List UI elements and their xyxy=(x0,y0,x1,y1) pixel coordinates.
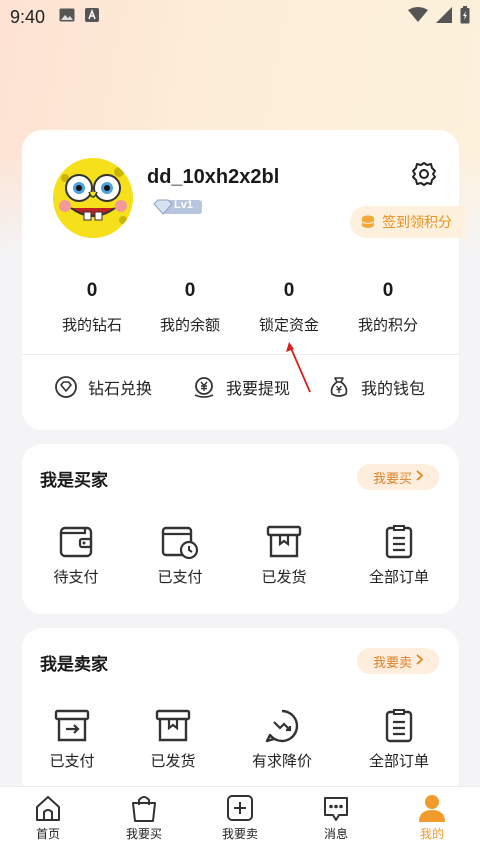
nav-mine[interactable]: 我的 xyxy=(392,793,472,842)
buyer-order-row: 待支付 已支付 已发货 全部订单 xyxy=(22,524,459,594)
stat-label: 我的钻石 xyxy=(61,316,122,334)
buyer-shipped[interactable]: 已发货 xyxy=(234,524,334,587)
buy-button[interactable]: 我要买 xyxy=(357,464,439,490)
clipboard-icon xyxy=(385,525,413,559)
sell-button-label: 我要卖 xyxy=(372,655,412,671)
app-a-icon xyxy=(85,7,100,27)
seller-shipped[interactable]: 已发货 xyxy=(123,708,223,771)
box-icon xyxy=(155,709,191,742)
section-title: 我是买家 xyxy=(40,471,108,491)
signin-label: 签到领积分 xyxy=(382,215,452,231)
actions-row: 钻石兑换 我要提现 我的钱包 xyxy=(22,375,459,411)
order-label: 有求降价 xyxy=(251,752,312,770)
box-export-icon xyxy=(54,709,90,742)
seller-all-orders[interactable]: 全部订单 xyxy=(349,708,449,771)
seller-price-drop-requests[interactable]: 有求降价 xyxy=(232,708,332,771)
buyer-all-orders[interactable]: 全部订单 xyxy=(349,524,449,587)
status-time: 9:40 xyxy=(10,6,46,27)
action-label: 我的钱包 xyxy=(361,379,426,398)
buy-button-label: 我要买 xyxy=(372,471,412,487)
clipboard-icon xyxy=(385,709,413,743)
gear-icon xyxy=(412,162,436,186)
gallery-icon xyxy=(59,7,75,27)
avatar[interactable] xyxy=(53,158,133,238)
status-bar: 9:40 xyxy=(0,0,480,34)
chevron-right-icon xyxy=(416,470,424,484)
diamond-icon xyxy=(55,376,77,398)
nav-home[interactable]: 首页 xyxy=(8,793,88,842)
sell-button[interactable]: 我要卖 xyxy=(357,648,439,674)
battery-icon xyxy=(460,5,470,29)
buyer-paid[interactable]: 已支付 xyxy=(130,524,230,587)
username: dd_10xh2x2bl xyxy=(147,166,280,188)
level-badge: Lv1 xyxy=(152,198,202,216)
stat-value: 0 xyxy=(382,280,394,301)
section-title: 我是卖家 xyxy=(40,655,108,675)
order-label: 已发货 xyxy=(261,568,307,586)
wallet-icon xyxy=(59,526,93,558)
nav-label: 我的 xyxy=(419,827,444,841)
message-icon xyxy=(324,797,348,821)
wallet-button[interactable]: 我的钱包 xyxy=(327,375,425,399)
action-label: 钻石兑换 xyxy=(88,379,153,398)
paid-clock-icon xyxy=(161,526,199,560)
nav-label: 我要买 xyxy=(125,827,162,841)
nav-label: 我要卖 xyxy=(221,827,258,841)
nav-sell[interactable]: 我要卖 xyxy=(200,793,280,842)
order-label: 已支付 xyxy=(49,752,95,770)
nav-label: 消息 xyxy=(323,827,348,841)
stat-diamonds[interactable]: 0 我的钻石 xyxy=(42,280,142,335)
seller-order-row: 已支付 已发货 有求降价 全部订单 xyxy=(22,708,459,778)
stats-row: 0 我的钻石 0 我的余额 0 锁定资金 0 我的积分 xyxy=(22,280,459,340)
stat-label: 我的余额 xyxy=(159,316,220,334)
buyer-card: 我是买家 我要买 待支付 已支付 已发货 全部订单 xyxy=(22,444,459,614)
red-arrow-annotation xyxy=(286,342,311,393)
stat-label: 锁定资金 xyxy=(258,316,319,334)
user-icon xyxy=(419,795,445,822)
seller-paid[interactable]: 已支付 xyxy=(22,708,122,771)
plus-square-icon xyxy=(227,795,253,821)
order-label: 已发货 xyxy=(150,752,196,770)
price-drop-icon xyxy=(265,709,299,743)
withdraw-icon xyxy=(194,377,214,398)
stat-balance[interactable]: 0 我的余额 xyxy=(140,280,240,335)
settings-button[interactable] xyxy=(410,160,438,188)
divider xyxy=(22,354,459,355)
stat-points[interactable]: 0 我的积分 xyxy=(338,280,438,335)
box-icon xyxy=(266,525,302,558)
order-label: 待支付 xyxy=(53,568,99,586)
coin-stack-icon xyxy=(361,215,375,228)
wallet-bag-icon xyxy=(330,377,348,397)
bottom-nav: 首页 我要买 我要卖 消息 我的 xyxy=(0,786,480,853)
order-label: 已支付 xyxy=(157,568,203,586)
nav-messages[interactable]: 消息 xyxy=(296,793,376,842)
stat-value: 0 xyxy=(86,280,98,301)
level-text: Lv1 xyxy=(174,199,193,211)
wifi-icon xyxy=(408,6,428,28)
shopping-bag-icon xyxy=(132,796,156,822)
stat-locked-funds[interactable]: 0 锁定资金 xyxy=(239,280,339,335)
order-label: 全部订单 xyxy=(368,752,429,770)
seller-card: 我是卖家 我要卖 已支付 已发货 有求降价 全部订单 xyxy=(22,628,459,798)
stat-value: 0 xyxy=(184,280,196,301)
nav-buy[interactable]: 我要买 xyxy=(104,793,184,842)
signin-button[interactable]: 签到领积分 xyxy=(350,206,465,238)
nav-label: 首页 xyxy=(35,827,60,841)
stat-value: 0 xyxy=(283,280,295,301)
withdraw-button[interactable]: 我要提现 xyxy=(192,375,290,399)
order-label: 全部订单 xyxy=(368,568,429,586)
chevron-right-icon xyxy=(416,654,424,668)
diamond-exchange-button[interactable]: 钻石兑换 xyxy=(54,375,152,399)
home-icon xyxy=(36,796,60,821)
profile-card: dd_10xh2x2bl Lv1 签到领积分 0 我的钻石 0 我的余额 0 锁… xyxy=(22,130,465,430)
stat-label: 我的积分 xyxy=(357,316,418,334)
buyer-pending-payment[interactable]: 待支付 xyxy=(26,524,126,587)
signal-icon xyxy=(436,6,452,28)
